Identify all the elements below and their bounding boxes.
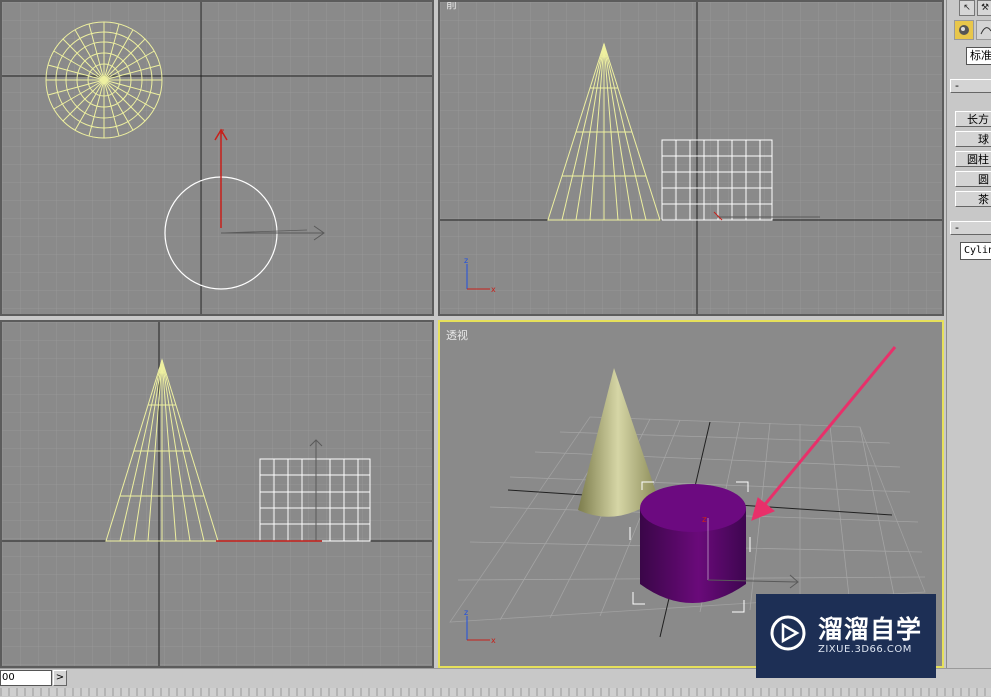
play-circle-icon bbox=[770, 615, 806, 651]
persp-axis-z: z bbox=[464, 608, 468, 617]
cone-top-wireframe bbox=[45, 21, 163, 139]
object-type-rollout-header[interactable]: - bbox=[950, 79, 991, 93]
persp-gizmo-z: z bbox=[702, 515, 707, 525]
command-panel: ↖ ⚒ 标准 - 长方 球 圆柱 圆 茶 - Cylin bbox=[946, 0, 991, 668]
left-view-canvas bbox=[2, 322, 432, 666]
select-arrow-icon[interactable]: ↖ bbox=[959, 0, 975, 16]
geometry-sphere-icon[interactable] bbox=[954, 20, 974, 40]
box-button[interactable]: 长方 bbox=[955, 111, 991, 127]
next-frame-button[interactable]: > bbox=[53, 670, 67, 686]
shapes-icon[interactable] bbox=[976, 20, 991, 40]
hammer-icon[interactable]: ⚒ bbox=[977, 0, 991, 16]
cylinder-button[interactable]: 圆柱 bbox=[955, 151, 991, 167]
watermark-title: 溜溜自学 bbox=[818, 615, 923, 644]
viewport-left[interactable] bbox=[0, 320, 434, 668]
timeline-track[interactable] bbox=[0, 688, 991, 696]
front-axis-x: x bbox=[491, 285, 496, 294]
top-gizmo-z-label: z bbox=[220, 127, 224, 136]
teapot-button[interactable]: 茶 bbox=[955, 191, 991, 207]
front-view-canvas: z x bbox=[440, 2, 942, 314]
viewport-top[interactable]: z bbox=[0, 0, 434, 316]
viewport-front[interactable]: z x 前 bbox=[438, 0, 944, 316]
front-viewport-label[interactable]: 前 bbox=[446, 2, 457, 12]
watermark-url: ZIXUE.3D66.COM bbox=[818, 644, 912, 655]
torus-button[interactable]: 圆 bbox=[955, 171, 991, 187]
category-dropdown[interactable]: 标准 bbox=[966, 47, 991, 65]
name-color-rollout-header[interactable]: - bbox=[950, 221, 991, 235]
persp-axis-x: x bbox=[491, 636, 496, 645]
object-name-field[interactable]: Cylin bbox=[960, 242, 991, 260]
top-view-canvas: z bbox=[2, 2, 432, 314]
front-axis-z: z bbox=[464, 256, 468, 265]
perspective-viewport-label[interactable]: 透视 bbox=[446, 327, 468, 343]
cylinder-shaded bbox=[640, 484, 746, 603]
sphere-button[interactable]: 球 bbox=[955, 131, 991, 147]
frame-counter[interactable]: 00 bbox=[0, 670, 52, 686]
watermark: 溜溜自学 ZIXUE.3D66.COM bbox=[756, 594, 936, 678]
